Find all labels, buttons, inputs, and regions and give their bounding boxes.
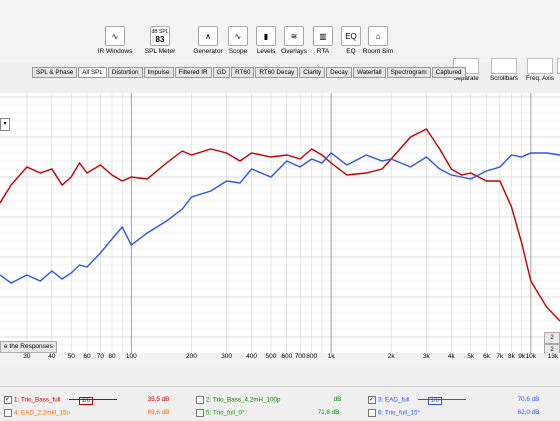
legend-checkbox[interactable]: ✓ bbox=[368, 396, 376, 404]
legend-checkbox[interactable] bbox=[4, 409, 12, 417]
legend-label: 3: EAD_full bbox=[378, 396, 410, 404]
freq-tick-label: 13k bbox=[547, 353, 559, 360]
tool-label: Room Sim bbox=[362, 48, 394, 55]
freq-tick-label: 40 bbox=[48, 353, 56, 360]
tab-captured[interactable]: Captured bbox=[431, 67, 466, 78]
freq-tick-label: 5k bbox=[467, 353, 475, 360]
freq-tick-label: 80 bbox=[108, 353, 116, 360]
legend-line-swatch bbox=[417, 398, 466, 400]
freq-tick-label: 70 bbox=[96, 353, 105, 360]
view-icon bbox=[527, 58, 553, 74]
legend-label: 5: Trio_full_0° bbox=[206, 409, 245, 417]
freq-tick-label: 2k bbox=[387, 353, 395, 360]
freq-tick-label: 600 bbox=[281, 353, 293, 360]
legend-value: 71,8 dB bbox=[317, 409, 340, 416]
freq-tick-label: 3k bbox=[422, 353, 430, 360]
freq-tick-label: 800 bbox=[306, 353, 318, 360]
legend-item[interactable]: ✓ 1: Trio_Bass_full 1/6 bbox=[4, 396, 117, 405]
tool-room-sim[interactable]: ⌂ Room Sim bbox=[354, 26, 402, 55]
legend-line-swatch bbox=[68, 398, 117, 400]
view-icon bbox=[491, 58, 517, 74]
ir-windows-icon: ∿ bbox=[105, 26, 125, 46]
legend-checkbox[interactable] bbox=[196, 409, 204, 417]
tab-spl-phase[interactable]: SPL & Phase bbox=[32, 67, 78, 78]
tab-distortion[interactable]: Distortion bbox=[107, 67, 143, 78]
zoom-button-top[interactable]: 2 bbox=[544, 332, 560, 344]
spl-meter-icon: dB SPL 83 bbox=[150, 26, 170, 46]
legend-value: 35,5 dB bbox=[147, 396, 170, 403]
tool-ir-windows[interactable]: ∿ IR Windows bbox=[91, 26, 139, 55]
freq-tick-label: 500 bbox=[265, 353, 277, 360]
tool-label: IR Windows bbox=[97, 48, 133, 55]
legend-item[interactable]: 5: Trio_full_0° bbox=[196, 409, 245, 417]
legend-value: 62,0 dB bbox=[517, 409, 540, 416]
freq-tick-label: 7k bbox=[496, 353, 504, 360]
freq-tick-label: 4k bbox=[447, 353, 455, 360]
legend-label: 2: Trio_Bass_4,2mH_100p bbox=[206, 396, 281, 404]
legend-label: 6: Trio_full_15° bbox=[378, 409, 421, 417]
legend-item[interactable]: ✓ 3: EAD_full 1/6 bbox=[368, 396, 466, 405]
freq-tick-label: 30 bbox=[23, 353, 31, 360]
tab-rt60-decay[interactable]: RT60 Decay bbox=[255, 67, 299, 78]
legend-label: 4: EAD_2,2mH_15u bbox=[14, 409, 71, 417]
freq-tick-label: 6k bbox=[483, 353, 490, 360]
legend-label: 1: Trio_Bass_full bbox=[14, 396, 61, 404]
frequency-axis: 30 40 50 60 70 80 100 200 300 400 500 600 700 800 1k 2k… bbox=[0, 353, 560, 364]
tab-clarity[interactable]: Clarity bbox=[299, 67, 326, 78]
freq-tick-label: 9k bbox=[518, 353, 526, 360]
spl-value: 83 bbox=[155, 34, 165, 44]
legend-checkbox[interactable]: ✓ bbox=[4, 396, 12, 404]
tab-all-spl[interactable]: All SPL bbox=[78, 67, 107, 78]
tab-rt60[interactable]: RT60 bbox=[231, 67, 255, 78]
legend-value: dB bbox=[333, 396, 342, 403]
tab-waterfall[interactable]: Waterfall bbox=[352, 67, 386, 78]
legend-panel: ✓ 1: Trio_Bass_full 1/6 35,5 dB 2: Trio_Bass… bbox=[0, 386, 560, 421]
view-scrollbars-button[interactable]: Scrollbars bbox=[486, 58, 522, 82]
tab-decay[interactable]: Decay bbox=[326, 67, 352, 78]
freq-tick-label: 300 bbox=[221, 353, 233, 360]
freq-tick-label: 1k bbox=[327, 353, 335, 360]
freq-tick-label: 50 bbox=[67, 353, 75, 360]
tab-impulse[interactable]: Impulse bbox=[143, 67, 174, 78]
spl-plot bbox=[0, 93, 560, 353]
freq-tick-label: 200 bbox=[186, 353, 197, 360]
legend-value: 69,6 dB bbox=[147, 409, 170, 416]
tab-filtered-ir[interactable]: Filtered IR bbox=[174, 67, 212, 78]
freq-tick-label: 100 bbox=[125, 353, 137, 360]
responses-label: e the Responses bbox=[0, 341, 57, 353]
room-sim-icon: ⌂ bbox=[368, 26, 388, 46]
freq-tick-label: 400 bbox=[246, 353, 258, 360]
freq-tick-label: 60 bbox=[83, 353, 91, 360]
series-line-2 bbox=[0, 152, 560, 284]
view-label: Limits bbox=[552, 75, 560, 82]
view-label: Scrollbars bbox=[490, 75, 518, 82]
tab-gd[interactable]: GD bbox=[212, 67, 231, 78]
legend-item[interactable]: 6: Trio_full_15° bbox=[368, 409, 420, 417]
legend-item[interactable]: 2: Trio_Bass_4,2mH_100p bbox=[196, 396, 281, 404]
main-toolbar: ∿ IR Windows dB SPL 83 SPL Meter ∧ Generator ∿ S… bbox=[0, 0, 560, 82]
graph-dropdown-button[interactable]: ▾ bbox=[0, 118, 10, 131]
tool-label: SPL Meter bbox=[144, 48, 176, 55]
graph-tabs: SPL & Phase All SPL Distortion Impulse Filte… bbox=[32, 67, 467, 78]
tab-spectrogram[interactable]: Spectrogram bbox=[386, 67, 431, 78]
freq-tick-label: 10k bbox=[525, 353, 537, 360]
legend-checkbox[interactable] bbox=[368, 409, 376, 417]
legend-item[interactable]: 4: EAD_2,2mH_15u bbox=[4, 409, 70, 417]
freq-tick-label: 8k bbox=[508, 353, 515, 360]
spl-graph[interactable] bbox=[0, 93, 560, 353]
tool-spl-meter[interactable]: dB SPL 83 SPL Meter bbox=[136, 26, 184, 55]
freq-tick-label: 700 bbox=[294, 353, 306, 360]
legend-value: 70,6 dB bbox=[517, 396, 540, 403]
legend-checkbox[interactable] bbox=[196, 396, 204, 404]
view-limits-button[interactable]: Limits bbox=[552, 58, 560, 82]
